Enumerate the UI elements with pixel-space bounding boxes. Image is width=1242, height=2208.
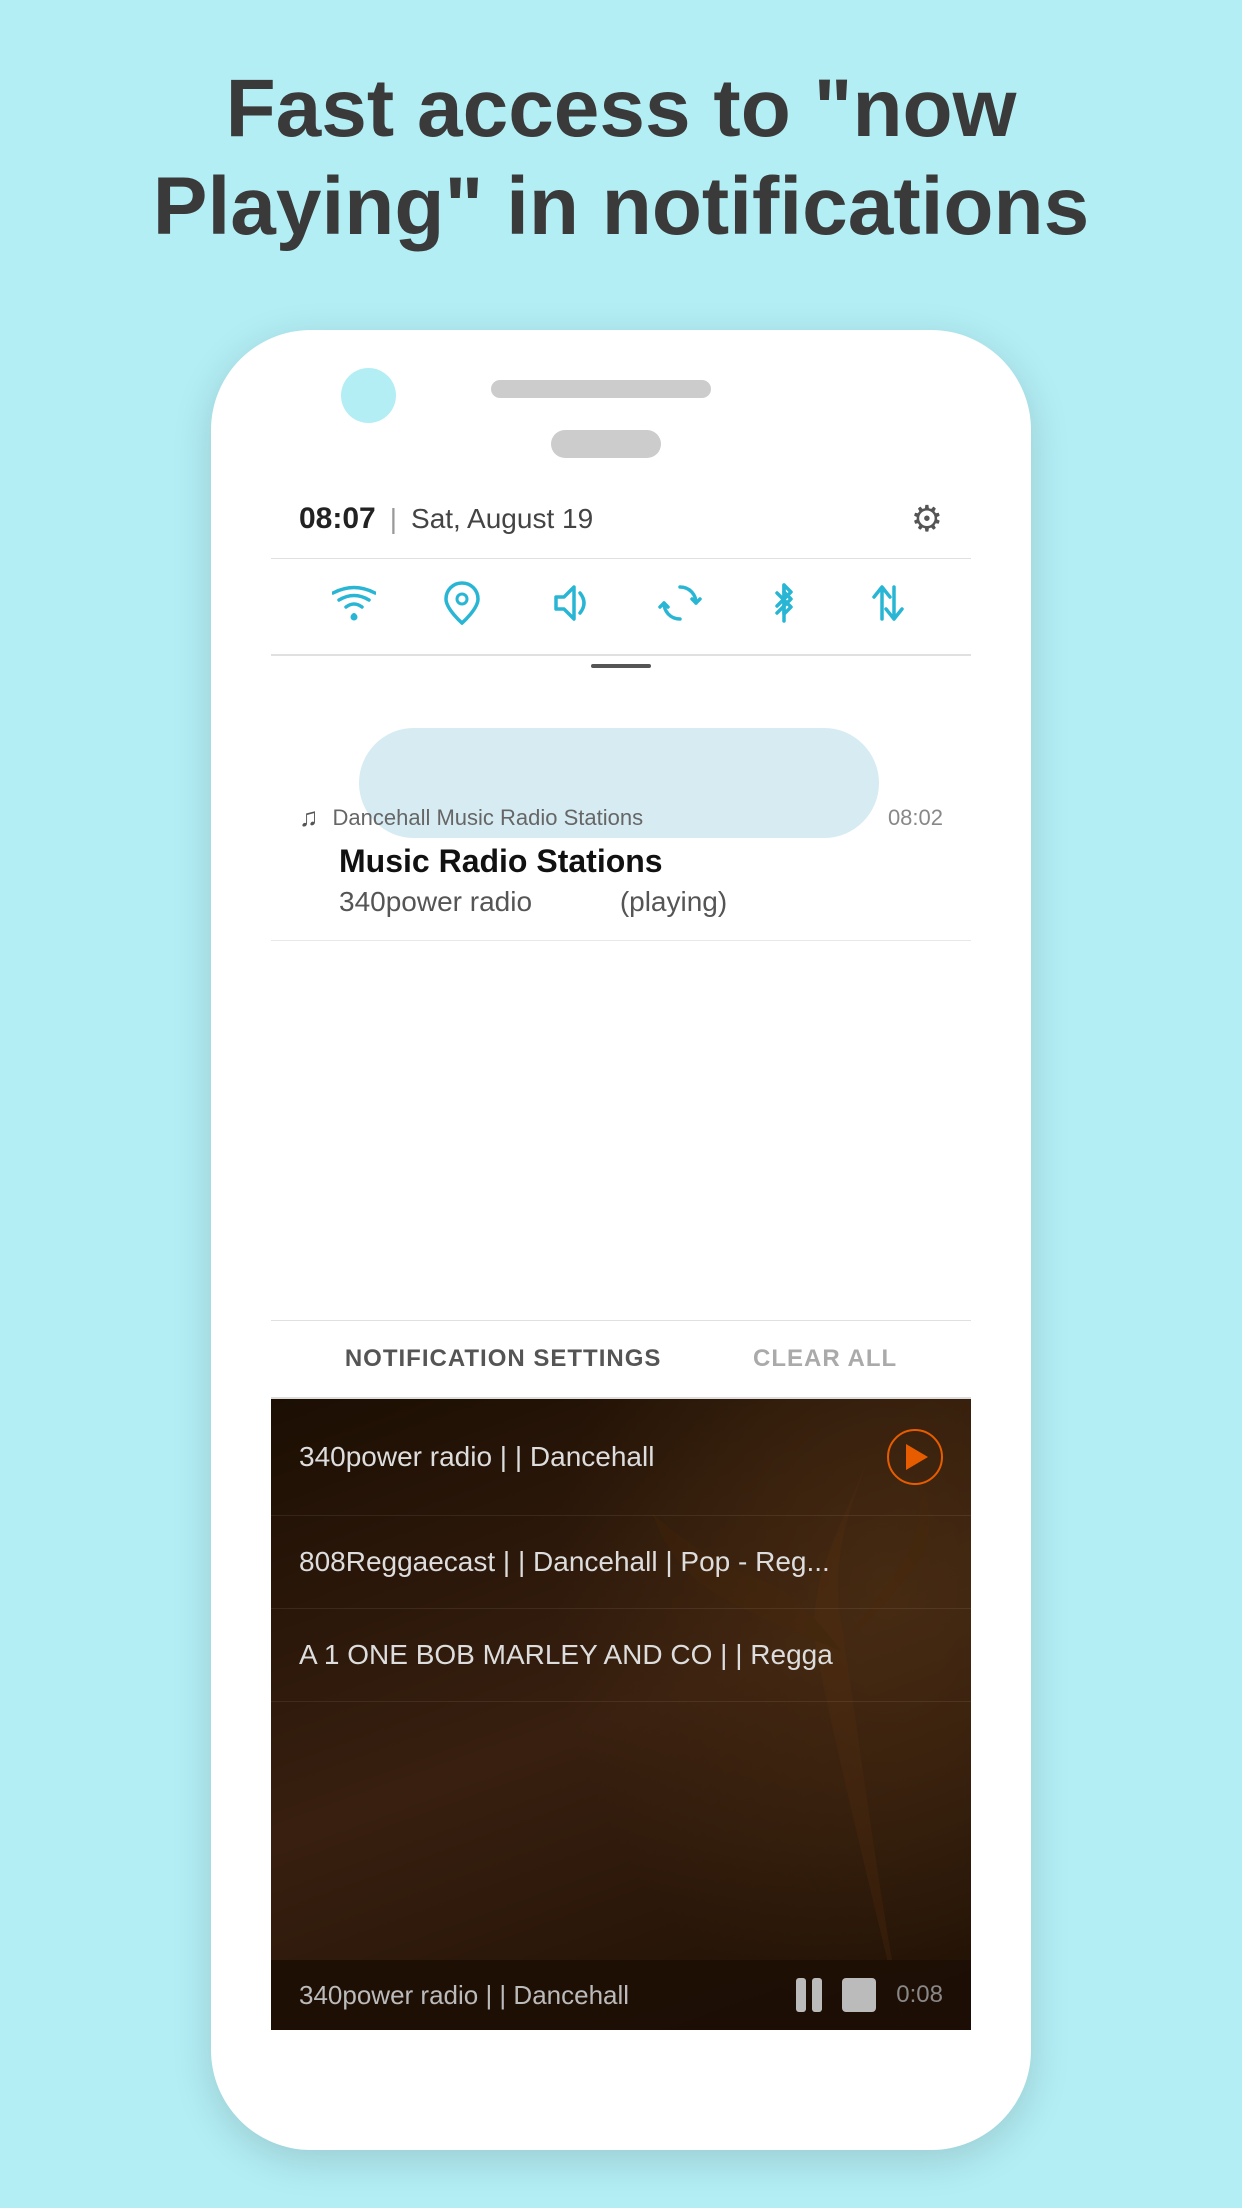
app-list-area: 340power radio | | Dancehall 808Reggaeca… xyxy=(271,1399,971,2030)
player-controls: 0:08 xyxy=(796,1978,943,2012)
sync-icon[interactable] xyxy=(658,581,702,636)
list-item[interactable]: 808Reggaecast | | Dancehall | Pop - Reg.… xyxy=(271,1516,971,1609)
drag-bar xyxy=(271,656,971,672)
transfer-icon[interactable] xyxy=(866,581,910,636)
notification-area: ♫ Dancehall Music Radio Stations 08:02 M… xyxy=(271,672,971,941)
notif-app-name: Dancehall Music Radio Stations xyxy=(333,805,874,831)
radio-name-1: 340power radio | | Dancehall xyxy=(299,1441,887,1473)
status-date: Sat, August 19 xyxy=(411,503,593,535)
status-bar: 08:07 | Sat, August 19 ⚙ xyxy=(271,480,971,559)
phone-home-indicator xyxy=(551,430,661,458)
notif-subtitle: 340power radio (playing) xyxy=(339,886,943,918)
play-button-1[interactable] xyxy=(887,1429,943,1485)
status-time: 08:07 xyxy=(299,502,376,536)
bottom-player-bar: 340power radio | | Dancehall 0:08 xyxy=(271,1960,971,2030)
notif-title: Music Radio Stations xyxy=(339,843,943,880)
notification-footer: NOTIFICATION SETTINGS CLEAR ALL xyxy=(271,1321,971,1399)
phone-speaker xyxy=(491,380,711,398)
list-item[interactable]: A 1 ONE BOB MARLEY AND CO | | Regga xyxy=(271,1609,971,1702)
radio-name-2: 808Reggaecast | | Dancehall | Pop - Reg.… xyxy=(299,1546,943,1578)
now-playing-station: 340power radio | | Dancehall xyxy=(299,1980,629,2011)
list-item[interactable]: 340power radio | | Dancehall xyxy=(271,1399,971,1516)
notif-playing-status: (playing) xyxy=(620,886,727,917)
notif-music-icon: ♫ xyxy=(299,802,319,833)
pause-button[interactable] xyxy=(796,1978,822,2012)
quick-settings xyxy=(271,559,971,656)
wifi-icon[interactable] xyxy=(332,583,376,634)
status-divider: | xyxy=(390,503,397,535)
phone-frame: 08:07 | Sat, August 19 ⚙ xyxy=(211,330,1031,2150)
header-text: Fast access to "now Playing" in notifica… xyxy=(0,0,1242,297)
radio-name-3: A 1 ONE BOB MARLEY AND CO | | Regga xyxy=(299,1639,943,1671)
notification-settings-button[interactable]: NOTIFICATION SETTINGS xyxy=(345,1345,662,1373)
radio-list: 340power radio | | Dancehall 808Reggaeca… xyxy=(271,1399,971,1702)
notif-station: 340power radio xyxy=(339,886,532,917)
bluetooth-icon[interactable] xyxy=(769,581,799,636)
notification-card[interactable]: ♫ Dancehall Music Radio Stations 08:02 M… xyxy=(271,672,971,941)
phone-screen: 08:07 | Sat, August 19 ⚙ xyxy=(271,480,971,2030)
phone-camera xyxy=(341,368,396,423)
notif-time: 08:02 xyxy=(888,805,943,831)
location-icon[interactable] xyxy=(443,581,481,636)
volume-icon[interactable] xyxy=(548,583,592,634)
clear-all-button[interactable]: CLEAR ALL xyxy=(753,1345,897,1373)
stop-button[interactable] xyxy=(842,1978,876,2012)
settings-gear-icon[interactable]: ⚙ xyxy=(911,498,943,540)
empty-notification-area xyxy=(271,941,971,1321)
timer-display: 0:08 xyxy=(896,1981,943,2009)
